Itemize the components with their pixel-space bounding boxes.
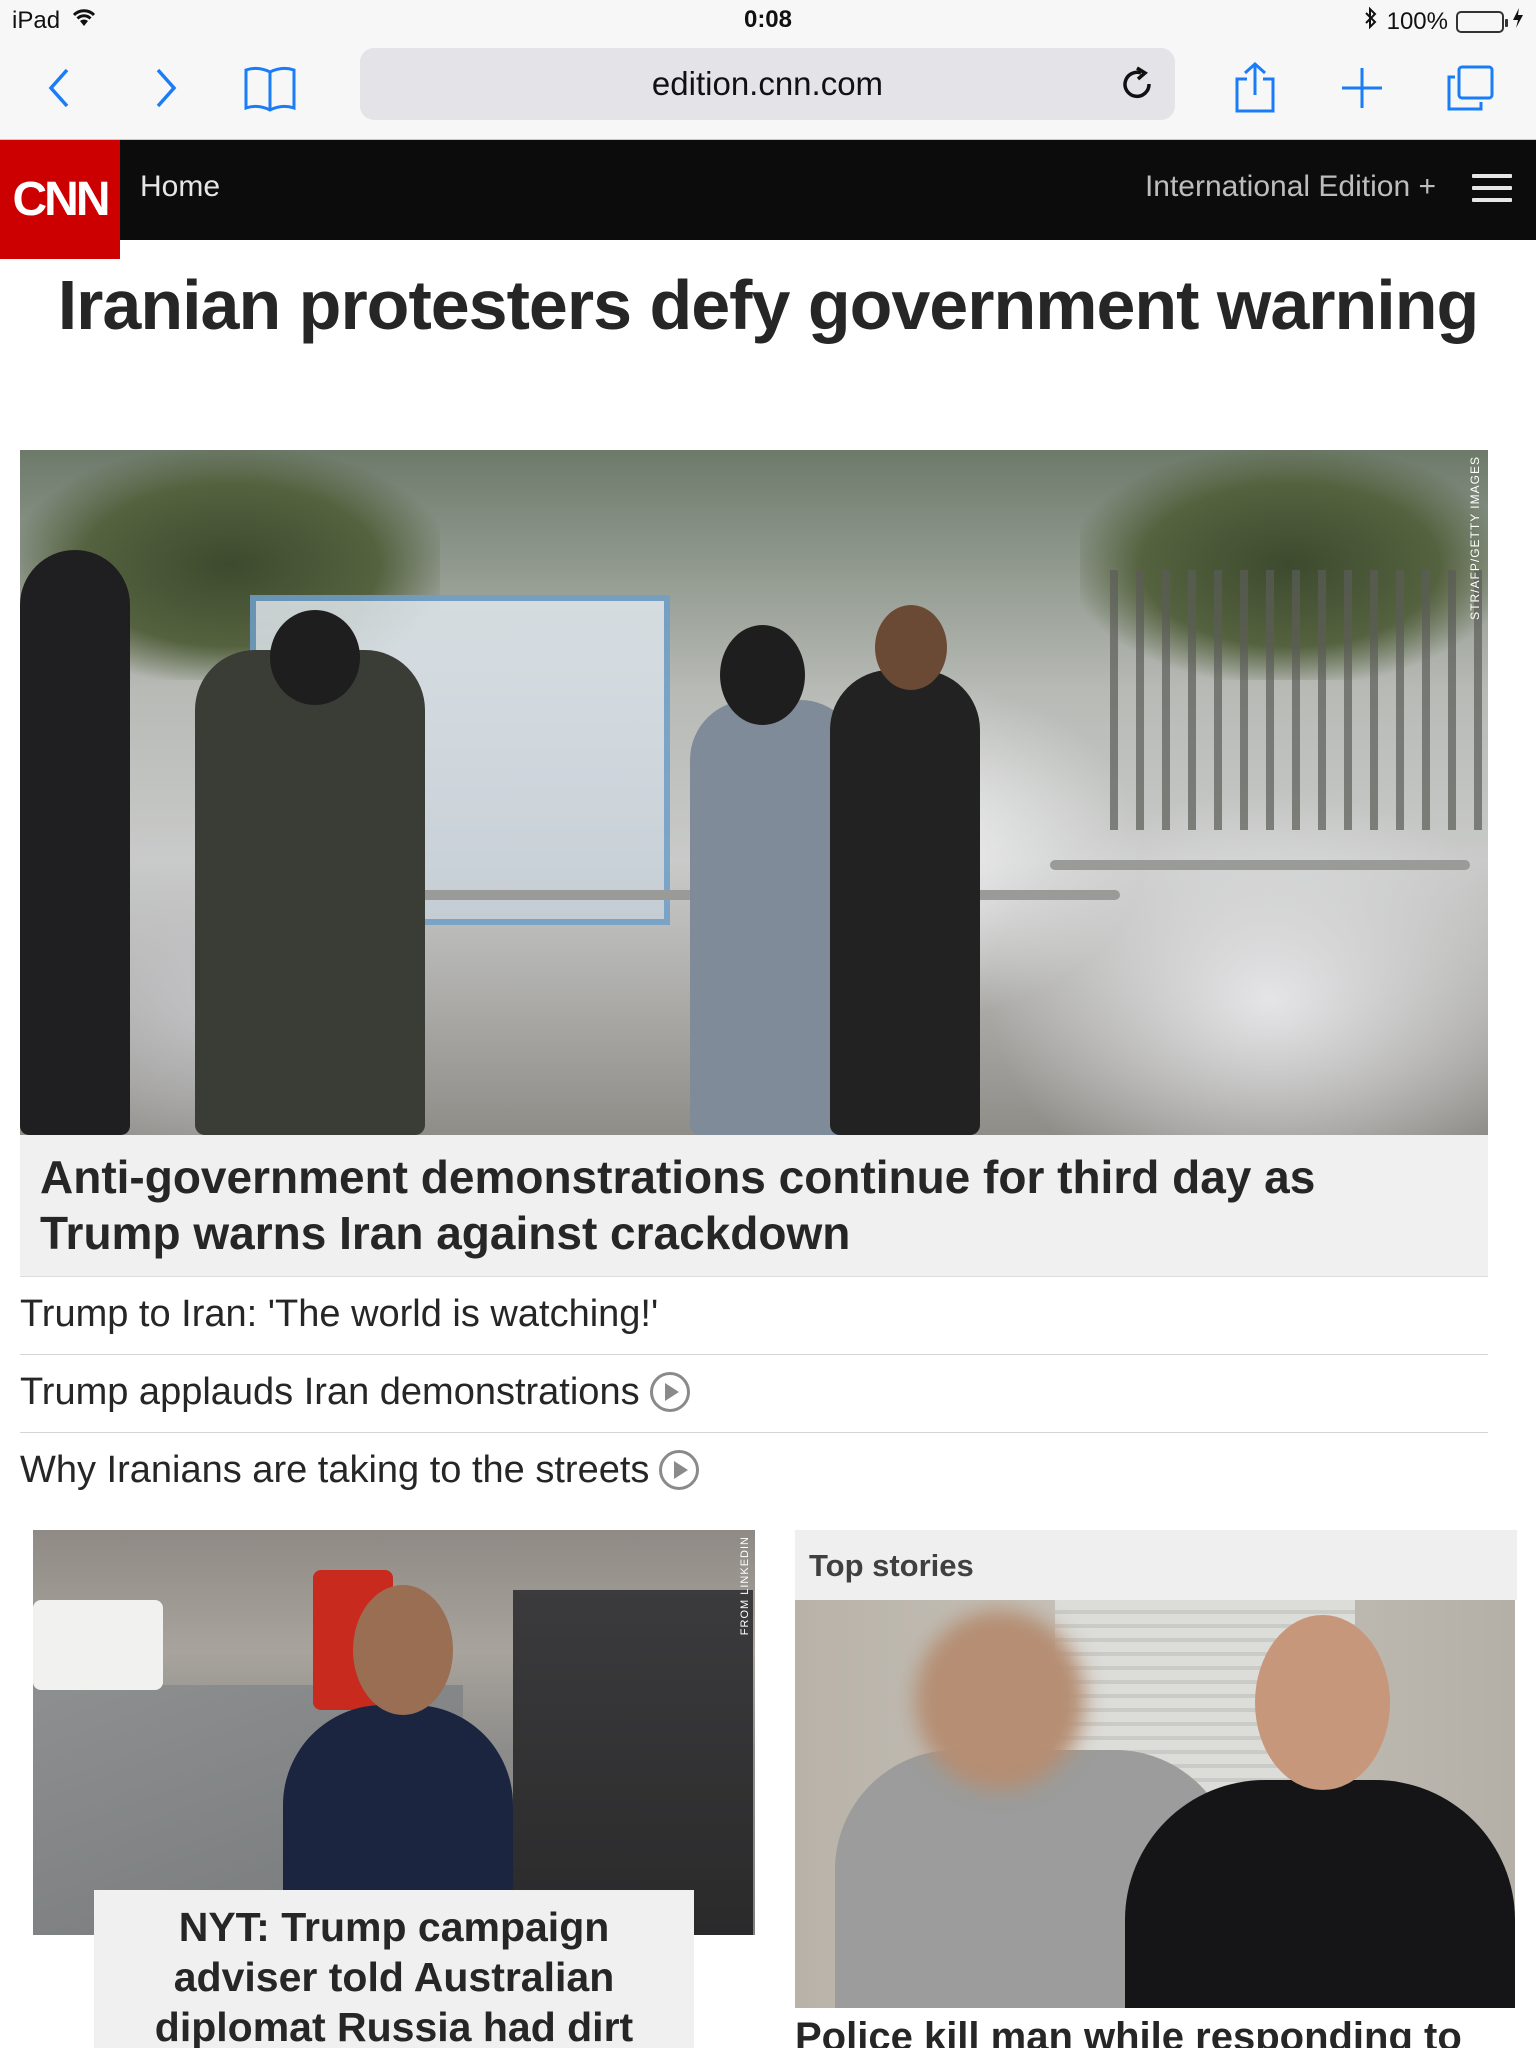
story-crowd <box>513 1590 753 1935</box>
divider <box>20 1354 1488 1355</box>
related-link-text: Trump applauds Iran demonstrations <box>20 1370 640 1413</box>
related-link-text: Why Iranians are taking to the streets <box>20 1448 650 1491</box>
reload-icon[interactable] <box>1111 58 1163 110</box>
hero-person <box>195 650 425 1135</box>
section-label: Top stories <box>795 1530 1517 1600</box>
hero-person-head <box>720 625 805 725</box>
hero-person-head <box>270 610 360 705</box>
status-bar: iPad 0:08 100% <box>0 0 1536 40</box>
photo-credit: STR/AFP/GETTY IMAGES <box>1468 456 1482 620</box>
menu-icon[interactable] <box>1472 174 1512 204</box>
play-icon <box>659 1450 700 1490</box>
url-text: edition.cnn.com <box>651 65 884 102</box>
story-headline[interactable]: Police kill man while responding to <box>795 2012 1517 2048</box>
site-header: CNN Home International Edition + <box>0 140 1536 259</box>
photo-credit: FROM LINKEDIN <box>739 1536 751 1636</box>
battery-icon <box>1456 10 1508 33</box>
edition-selector[interactable]: International Edition + <box>1145 170 1436 204</box>
hero-rail <box>1050 860 1470 870</box>
page-headline[interactable]: Iranian protesters defy government warni… <box>20 265 1516 345</box>
story-person-face-blurred <box>915 1610 1085 1790</box>
related-link[interactable]: Trump applauds Iran demonstrations <box>20 1366 1488 1418</box>
forward-icon[interactable] <box>135 58 195 118</box>
story-person-face <box>353 1585 453 1715</box>
hero-person <box>830 670 980 1135</box>
clock: 0:08 <box>743 6 793 33</box>
home-link[interactable]: Home <box>140 170 220 204</box>
hero-person <box>20 550 130 1135</box>
hero-fence <box>1110 570 1488 830</box>
new-tab-icon[interactable] <box>1332 58 1392 118</box>
story-image[interactable]: FROM LINKEDIN <box>33 1530 755 1935</box>
related-link-text: Trump to Iran: 'The world is watching!' <box>20 1292 659 1335</box>
divider <box>20 1432 1488 1433</box>
hero-person-head <box>875 605 947 690</box>
status-right: 100% <box>1363 6 1524 37</box>
story-headline[interactable]: NYT: Trump campaign adviser told Austral… <box>94 1890 694 2048</box>
tabs-icon[interactable] <box>1440 58 1500 118</box>
story-image[interactable] <box>795 1600 1515 2008</box>
hero-image[interactable]: STR/AFP/GETTY IMAGES <box>20 450 1488 1135</box>
hero-caption[interactable]: Anti-government demonstrations continue … <box>20 1135 1488 1277</box>
bluetooth-icon <box>1363 6 1379 37</box>
related-link[interactable]: Trump to Iran: 'The world is watching!' <box>20 1288 1488 1340</box>
url-bar[interactable]: edition.cnn.com <box>360 48 1175 120</box>
battery-percent: 100% <box>1386 7 1448 35</box>
story-person-face <box>1255 1615 1390 1790</box>
related-link[interactable]: Why Iranians are taking to the streets <box>20 1444 1488 1496</box>
story-person <box>1125 1780 1515 2008</box>
story-van <box>33 1600 163 1690</box>
play-icon <box>649 1372 690 1412</box>
charging-icon <box>1512 7 1524 36</box>
browser-toolbar: edition.cnn.com <box>0 40 1536 140</box>
back-icon[interactable] <box>30 58 90 118</box>
cnn-logo[interactable]: CNN <box>0 140 120 259</box>
bookmarks-icon[interactable] <box>240 58 300 118</box>
share-icon[interactable] <box>1225 58 1285 118</box>
